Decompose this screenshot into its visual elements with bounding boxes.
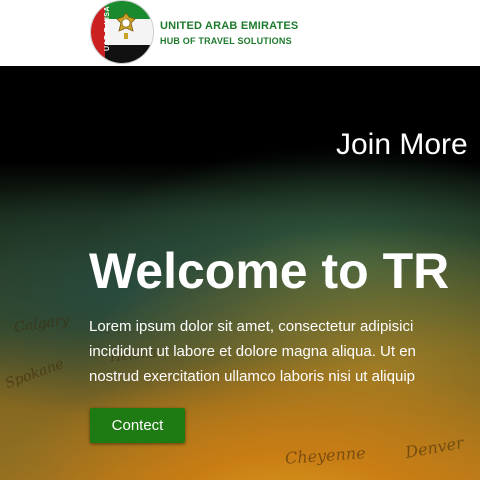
site-header: UAE E-VISA UNITED ARAB EMIRATES HUB OF T…: [0, 0, 480, 66]
hero-description-line: incididunt ut labore et dolore magna ali…: [89, 343, 416, 360]
hero-description-line: nostrud exercitation ullamco laboris nis…: [89, 368, 416, 385]
flag-red-band: [91, 1, 105, 63]
logo-seal-text: UAE E-VISA: [104, 5, 112, 52]
hero-description: Lorem ipsum dolor sit amet, consectetur …: [89, 314, 480, 389]
hero-tagline: Join More: [336, 128, 468, 161]
hero-banner: Calgary Spokane Helena Cheyenne Denver J…: [0, 66, 480, 480]
brand-subtitle: HUB OF TRAVEL SOLUTIONS: [160, 36, 292, 46]
contact-button[interactable]: Contect: [90, 408, 185, 443]
hero-heading: Welcome to TR: [89, 243, 450, 299]
uae-emblem-icon: [116, 12, 136, 39]
hero-description-line: Lorem ipsum dolor sit amet, consectetur …: [89, 318, 414, 335]
brand-title: UNITED ARAB EMIRATES: [160, 20, 299, 32]
flag-black-band: [105, 45, 153, 63]
site-logo[interactable]: UAE E-VISA: [90, 0, 154, 64]
